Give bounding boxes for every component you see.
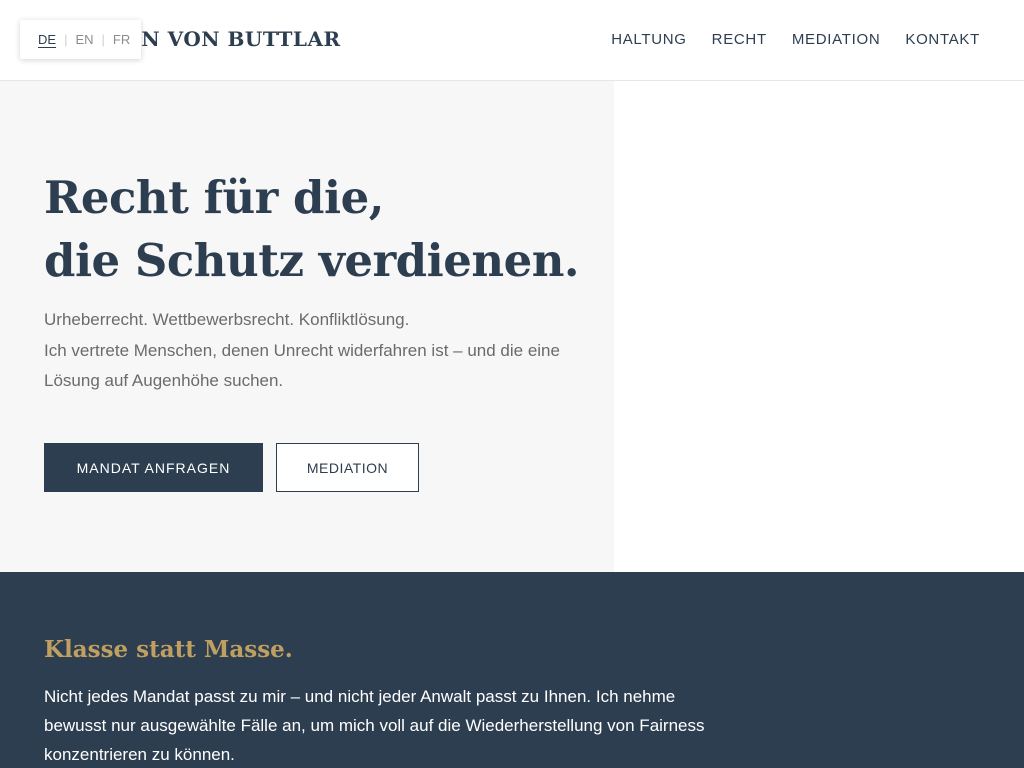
nav-link-recht[interactable]: RECHT [712, 31, 767, 48]
lang-divider: | [101, 32, 105, 47]
hero-title: Recht für die, die Schutz verdienen. [44, 166, 580, 292]
hero-image-area [614, 81, 1024, 572]
hero-title-line-2: die Schutz verdienen. [44, 234, 580, 287]
lang-de[interactable]: DE [38, 32, 56, 47]
site-header: BAN VON BUTTLAR HALTUNG RECHT MEDIATION … [0, 0, 1024, 81]
section-text: Nicht jedes Mandat passt zu mir – und ni… [44, 682, 734, 768]
main-nav: HALTUNG RECHT MEDIATION KONTAKT [611, 31, 980, 48]
hero-text-line-3: Lösung auf Augenhöhe suchen. [44, 371, 284, 390]
hero-text-line-2: Ich vertrete Menschen, denen Unrecht wid… [44, 340, 560, 360]
hero-description: Urheberrecht. Wettbewerbsrecht. Konflikt… [44, 305, 614, 397]
section-title: Klasse statt Masse. [44, 636, 293, 663]
language-switcher: DE | EN | FR [20, 20, 141, 59]
lang-divider: | [64, 32, 68, 47]
hero-title-line-1: Recht für die, [44, 171, 384, 224]
site-logo[interactable]: BAN VON BUTTLAR [108, 27, 341, 51]
mediation-button[interactable]: MEDIATION [276, 443, 419, 492]
section-text-line-3: konzentrieren zu können. [44, 745, 235, 764]
hero-text-line-1: Urheberrecht. Wettbewerbsrecht. Konflikt… [44, 310, 410, 329]
nav-link-mediation[interactable]: MEDIATION [792, 31, 881, 48]
section-text-line-2: bewusst nur ausgewählte Fälle an, um mic… [44, 716, 705, 735]
logo-text: BAN VON BUTTLAR [108, 27, 341, 51]
lang-fr[interactable]: FR [113, 32, 130, 47]
request-mandate-button[interactable]: MANDAT ANFRAGEN [44, 443, 263, 492]
nav-link-haltung[interactable]: HALTUNG [611, 31, 686, 48]
nav-link-kontakt[interactable]: KONTAKT [905, 31, 980, 48]
section-text-line-1: Nicht jedes Mandat passt zu mir – und ni… [44, 687, 676, 706]
lang-en[interactable]: EN [75, 32, 93, 47]
